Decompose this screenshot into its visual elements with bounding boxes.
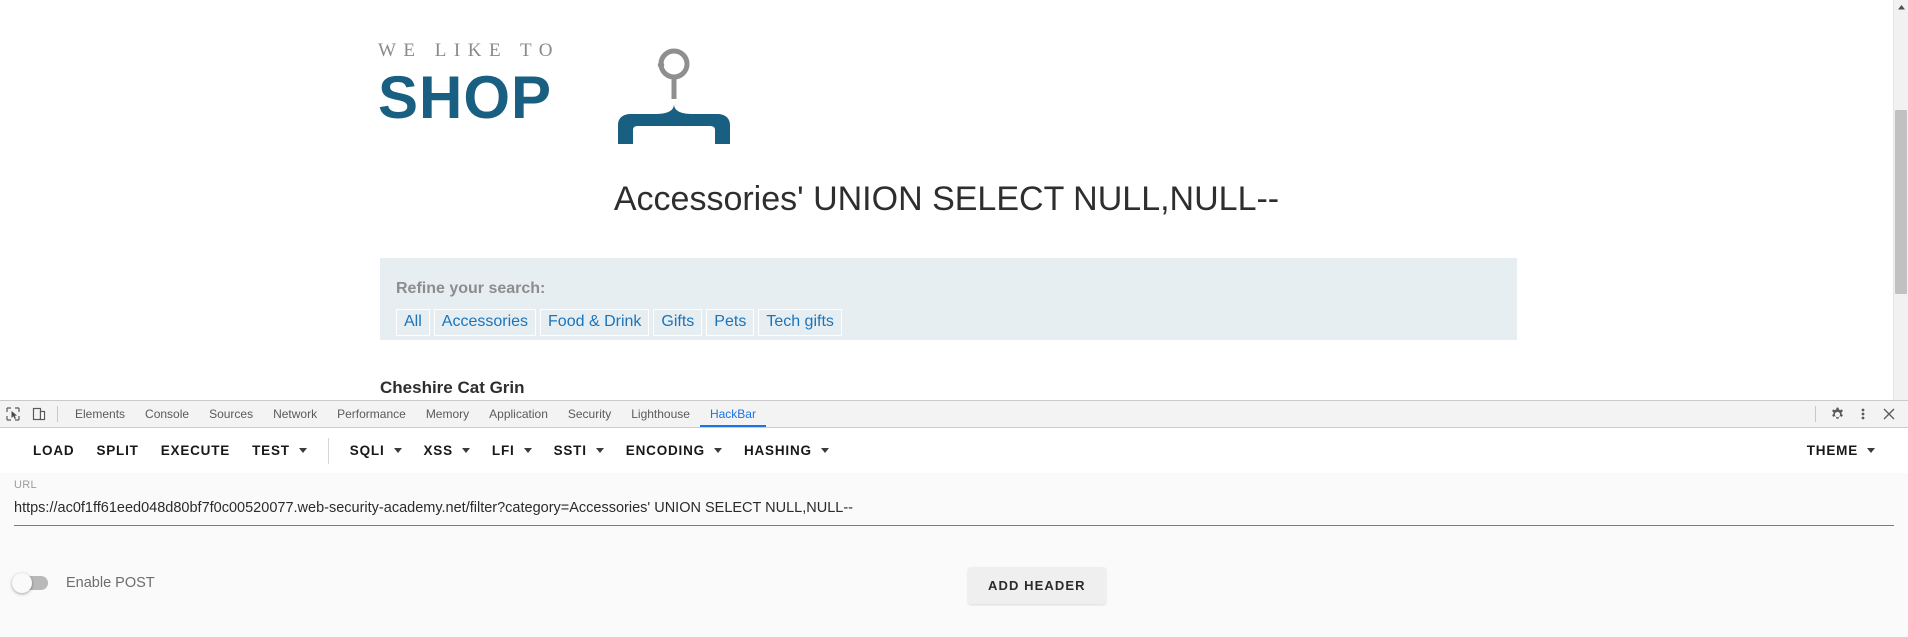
add-header-button[interactable]: ADD HEADER bbox=[968, 567, 1106, 604]
hackbar-load-button[interactable]: LOAD bbox=[22, 437, 85, 464]
filter-link-accessories[interactable]: Accessories bbox=[433, 309, 537, 336]
devtools-right-divider bbox=[1815, 406, 1816, 422]
hackbar-encoding-label: ENCODING bbox=[625, 443, 705, 458]
filter-link-tech-gifts[interactable]: Tech gifts bbox=[758, 309, 842, 336]
devtools-tabbar-right-controls bbox=[1807, 401, 1908, 427]
hackbar-ssti-label: SSTI bbox=[553, 443, 587, 458]
filter-link-all[interactable]: All bbox=[396, 309, 430, 336]
hackbar-theme-wrap: THEME bbox=[1796, 437, 1908, 464]
hackbar-encoding-menu[interactable]: ENCODING bbox=[615, 437, 733, 464]
url-field[interactable]: URL https://ac0f1ff61eed048d80bf7f0c0052… bbox=[14, 480, 1894, 526]
filter-link-food-and-drink[interactable]: Food & Drink bbox=[540, 309, 650, 336]
category-filter-links: All Accessories Food & Drink Gifts Pets … bbox=[396, 309, 1517, 336]
devtools-tab-performance[interactable]: Performance bbox=[327, 401, 416, 427]
inspect-element-icon[interactable] bbox=[0, 401, 26, 427]
toggle-knob bbox=[12, 573, 32, 593]
hackbar-load-label: LOAD bbox=[33, 443, 75, 458]
chevron-down-icon bbox=[523, 448, 532, 453]
chevron-down-icon bbox=[595, 448, 604, 453]
chevron-down-icon bbox=[461, 448, 470, 453]
hackbar-ssti-menu[interactable]: SSTI bbox=[543, 437, 615, 464]
url-input[interactable]: https://ac0f1ff61eed048d80bf7f0c00520077… bbox=[14, 500, 1894, 526]
devtools-tab-elements[interactable]: Elements bbox=[65, 401, 135, 427]
devtools-tab-network[interactable]: Network bbox=[263, 401, 327, 427]
chevron-down-icon bbox=[393, 448, 402, 453]
chevron-down-icon bbox=[1867, 448, 1875, 453]
settings-gear-icon[interactable] bbox=[1824, 401, 1850, 427]
hackbar-xss-label: XSS bbox=[423, 443, 453, 458]
browser-page-viewport: WE LIKE TO SHOP Accessories' UNION SELEC… bbox=[0, 0, 1908, 400]
clothes-hanger-icon bbox=[618, 48, 730, 144]
hackbar-toolbar-divider bbox=[327, 437, 329, 464]
devtools-tab-lighthouse[interactable]: Lighthouse bbox=[621, 401, 700, 427]
chevron-down-icon bbox=[713, 448, 722, 453]
chevron-down-icon bbox=[820, 448, 829, 453]
hackbar-toolbar: LOAD SPLIT EXECUTE TEST SQLI XSS LFI SST… bbox=[0, 428, 1908, 473]
hackbar-test-menu[interactable]: TEST bbox=[241, 437, 318, 464]
page-scrollbar-thumb[interactable] bbox=[1895, 110, 1907, 294]
enable-post-toggle[interactable] bbox=[12, 573, 48, 593]
filter-link-gifts[interactable]: Gifts bbox=[653, 309, 703, 336]
refine-search-panel: Refine your search: All Accessories Food… bbox=[380, 258, 1517, 340]
page-scrollbar[interactable] bbox=[1893, 0, 1908, 400]
hackbar-split-button[interactable]: SPLIT bbox=[85, 437, 149, 464]
hackbar-sqli-label: SQLI bbox=[349, 443, 385, 458]
post-controls-row: Enable POST ADD HEADER bbox=[0, 565, 1908, 615]
enable-post-control[interactable]: Enable POST bbox=[12, 573, 155, 593]
hackbar-sqli-menu[interactable]: SQLI bbox=[339, 437, 413, 464]
page-title: Accessories' UNION SELECT NULL,NULL-- bbox=[613, 180, 1280, 218]
hackbar-theme-label: THEME bbox=[1806, 443, 1858, 458]
hackbar-hashing-label: HASHING bbox=[743, 443, 812, 458]
site-logo[interactable]: WE LIKE TO SHOP bbox=[378, 32, 738, 144]
hackbar-lfi-menu[interactable]: LFI bbox=[481, 437, 543, 464]
devtools-tab-hackbar[interactable]: HackBar bbox=[699, 401, 766, 427]
hackbar-test-label: TEST bbox=[252, 443, 290, 458]
hackbar-execute-label: EXECUTE bbox=[160, 443, 231, 458]
chevron-down-icon bbox=[298, 448, 307, 453]
url-field-label: URL bbox=[14, 479, 37, 491]
refine-search-label: Refine your search: bbox=[396, 280, 546, 297]
devtools-tab-memory[interactable]: Memory bbox=[416, 401, 479, 427]
hackbar-lfi-label: LFI bbox=[491, 443, 515, 458]
shop-page-content: WE LIKE TO SHOP Accessories' UNION SELEC… bbox=[0, 0, 1893, 400]
devtools-tab-bar: Elements Console Sources Network Perform… bbox=[0, 401, 1908, 428]
hackbar-xss-menu[interactable]: XSS bbox=[413, 437, 481, 464]
devtools-tab-security[interactable]: Security bbox=[558, 401, 621, 427]
product-title[interactable]: Cheshire Cat Grin bbox=[380, 378, 525, 398]
hackbar-hashing-menu[interactable]: HASHING bbox=[733, 437, 840, 464]
devtools-toolbar-divider bbox=[57, 406, 58, 422]
device-toolbar-icon[interactable] bbox=[26, 401, 52, 427]
devtools-tab-console[interactable]: Console bbox=[135, 401, 199, 427]
hackbar-body: URL https://ac0f1ff61eed048d80bf7f0c0052… bbox=[0, 473, 1908, 637]
more-options-icon[interactable] bbox=[1850, 401, 1876, 427]
hackbar-theme-menu[interactable]: THEME bbox=[1796, 437, 1886, 464]
devtools-tab-sources[interactable]: Sources bbox=[199, 401, 263, 427]
hackbar-split-label: SPLIT bbox=[96, 443, 139, 458]
enable-post-label: Enable POST bbox=[66, 575, 155, 591]
devtools-tab-application[interactable]: Application bbox=[479, 401, 558, 427]
close-devtools-icon[interactable] bbox=[1876, 401, 1902, 427]
filter-link-pets[interactable]: Pets bbox=[706, 309, 755, 336]
scroll-up-arrow-icon[interactable] bbox=[1894, 0, 1908, 15]
devtools-panel: Elements Console Sources Network Perform… bbox=[0, 400, 1908, 637]
hackbar-execute-button[interactable]: EXECUTE bbox=[150, 437, 241, 464]
